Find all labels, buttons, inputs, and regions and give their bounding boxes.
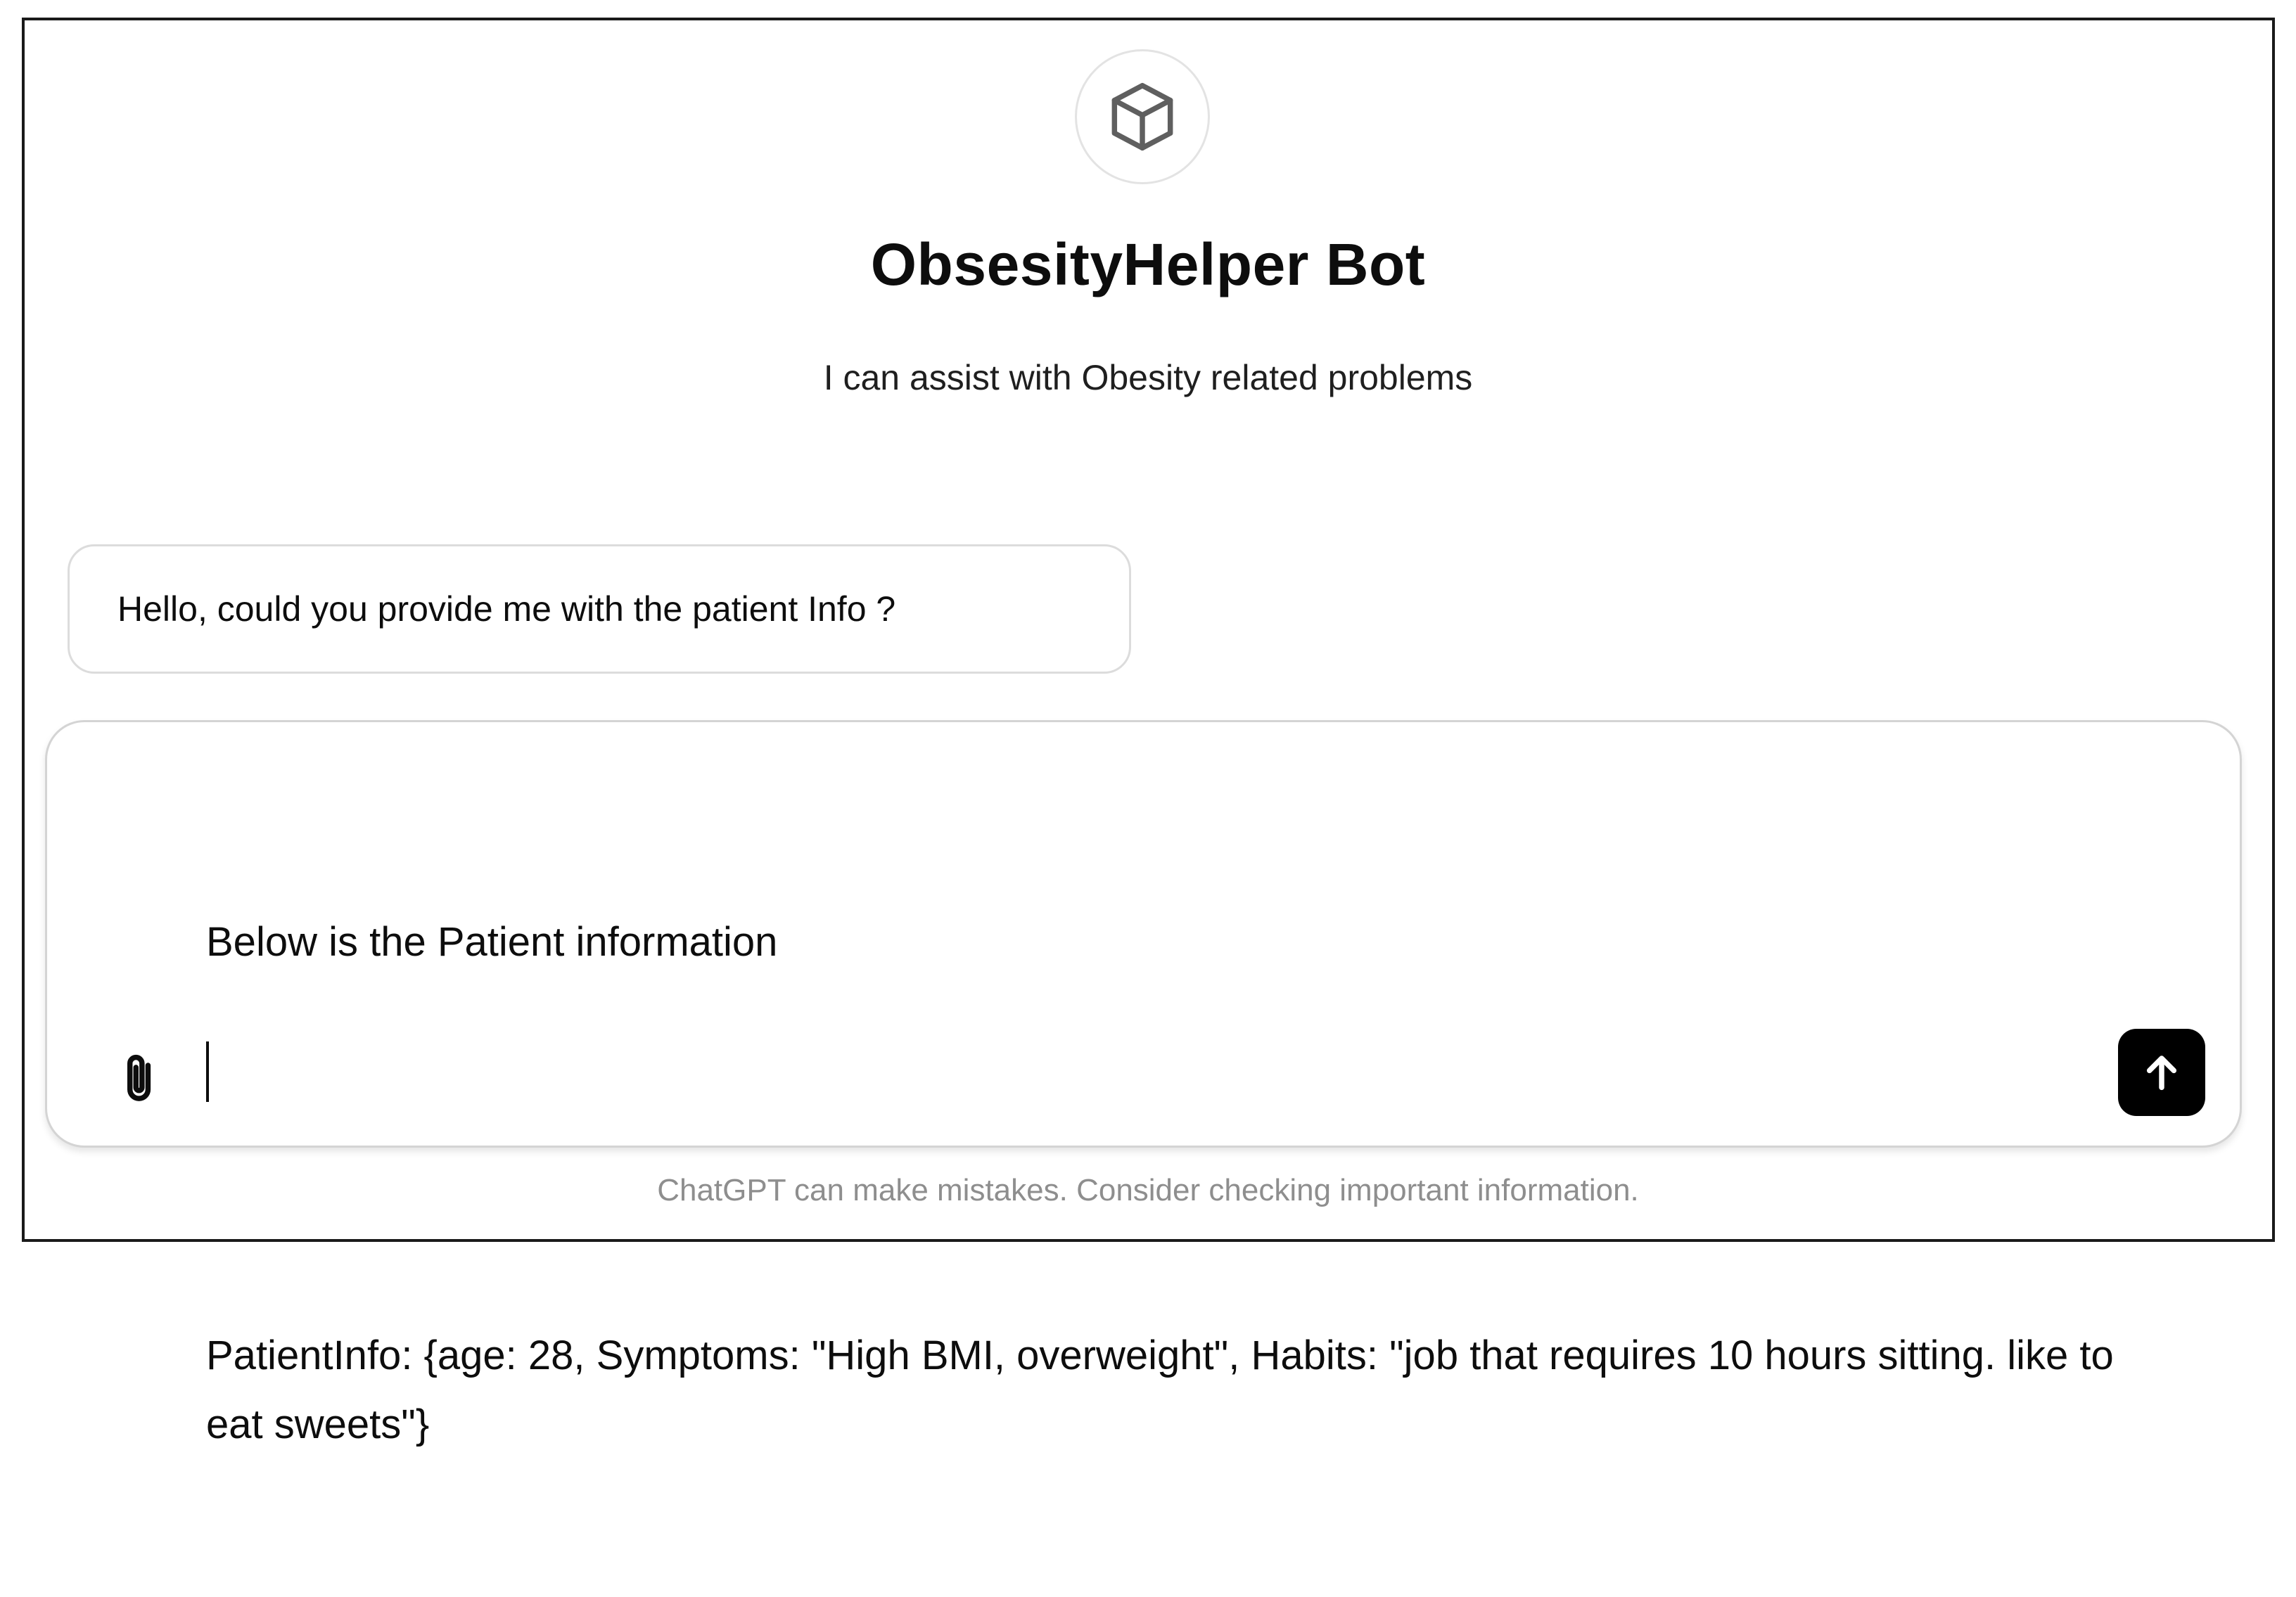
composer-line: PatientInfo: {age: 28, Symptoms: "High B… [206,1333,2125,1447]
gpt-description: I can assist with Obesity related proble… [823,358,1473,397]
arrow-up-icon [2146,1056,2177,1091]
gpt-avatar [1075,49,1210,184]
paperclip-icon [127,1054,151,1101]
text-caret [206,1041,209,1102]
composer-line: Below is the Patient information [206,919,778,965]
disclaimer-text: ChatGPT can make mistakes. Consider chec… [657,1173,1639,1207]
cube-icon [1111,82,1173,151]
gpt-title: ObsesityHelper Bot [870,231,1426,297]
assistant-message-text: Hello, could you provide me with the pat… [117,589,896,629]
send-button[interactable] [2118,1029,2205,1116]
attach-file-button[interactable] [103,1043,177,1116]
assistant-message: Hello, could you provide me with the pat… [68,544,1131,674]
message-composer[interactable]: Below is the Patient information Patient… [45,720,2242,1447]
